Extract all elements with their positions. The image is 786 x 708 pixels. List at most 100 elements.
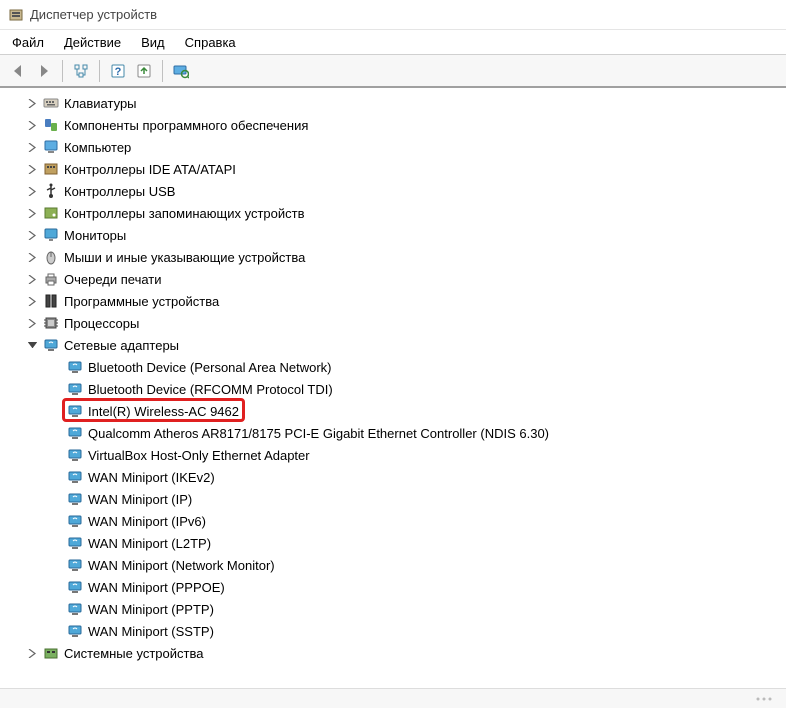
window-title: Диспетчер устройств: [30, 7, 157, 22]
tree-node-label: Программные устройства: [64, 294, 219, 309]
tree-node[interactable]: Компьютер: [24, 136, 786, 158]
tree-node[interactable]: Bluetooth Device (Personal Area Network): [24, 356, 786, 378]
expand-icon[interactable]: [24, 139, 40, 155]
device-manager-icon: [8, 7, 24, 23]
monitor-icon: [42, 226, 60, 244]
expand-icon[interactable]: [24, 205, 40, 221]
expander-placeholder: [48, 425, 64, 441]
tree-node[interactable]: Клавиатуры: [24, 92, 786, 114]
expand-icon[interactable]: [24, 293, 40, 309]
expand-icon[interactable]: [24, 117, 40, 133]
expander-placeholder: [48, 535, 64, 551]
tree-node-label: Мыши и иные указывающие устройства: [64, 250, 305, 265]
tree-node[interactable]: Системные устройства: [24, 642, 786, 664]
system-icon: [42, 644, 60, 662]
tree-node[interactable]: WAN Miniport (Network Monitor): [24, 554, 786, 576]
tree-node-label: WAN Miniport (Network Monitor): [88, 558, 275, 573]
tree-node-label: VirtualBox Host-Only Ethernet Adapter: [88, 448, 310, 463]
tree-node-label: WAN Miniport (L2TP): [88, 536, 211, 551]
titlebar: Диспетчер устройств: [0, 0, 786, 30]
tree-node-label: Системные устройства: [64, 646, 203, 661]
tree-node-label: Компоненты программного обеспечения: [64, 118, 308, 133]
tree-node[interactable]: Компоненты программного обеспечения: [24, 114, 786, 136]
tree-node-label: Клавиатуры: [64, 96, 137, 111]
menubar: Файл Действие Вид Справка: [0, 30, 786, 54]
tree-node[interactable]: Сетевые адаптеры: [24, 334, 786, 356]
show-hide-tree-button[interactable]: [69, 59, 93, 83]
expander-placeholder: [48, 359, 64, 375]
tree-node[interactable]: Контроллеры USB: [24, 180, 786, 202]
netadapter-icon: [66, 468, 84, 486]
menu-help[interactable]: Справка: [177, 33, 248, 52]
toolbar-separator: [99, 60, 100, 82]
expander-placeholder: [48, 579, 64, 595]
expand-icon[interactable]: [24, 271, 40, 287]
toolbar: [0, 54, 786, 88]
expand-icon[interactable]: [24, 315, 40, 331]
tree-node[interactable]: Контроллеры IDE ATA/ATAPI: [24, 158, 786, 180]
netadapter-icon: [66, 358, 84, 376]
tree-node[interactable]: WAN Miniport (IKEv2): [24, 466, 786, 488]
expand-icon[interactable]: [24, 645, 40, 661]
tree-node[interactable]: WAN Miniport (IP): [24, 488, 786, 510]
netadapter-icon: [66, 622, 84, 640]
menu-file[interactable]: Файл: [4, 33, 56, 52]
tree-node-label: WAN Miniport (IP): [88, 492, 192, 507]
tree-node[interactable]: Контроллеры запоминающих устройств: [24, 202, 786, 224]
expand-icon[interactable]: [24, 161, 40, 177]
device-tree[interactable]: Клавиатуры Компоненты программного обеспе…: [0, 88, 786, 688]
keyboard-icon: [42, 94, 60, 112]
collapse-icon[interactable]: [24, 337, 40, 353]
netadapter-icon: [66, 600, 84, 618]
refresh-button[interactable]: [132, 59, 156, 83]
netadapter-icon: [66, 490, 84, 508]
tree-node[interactable]: Qualcomm Atheros AR8171/8175 PCI-E Gigab…: [24, 422, 786, 444]
tree-node[interactable]: Bluetooth Device (RFCOMM Protocol TDI): [24, 378, 786, 400]
tree-node-label: WAN Miniport (IPv6): [88, 514, 206, 529]
expander-placeholder: [48, 513, 64, 529]
expander-placeholder: [48, 601, 64, 617]
tree-node-label: Qualcomm Atheros AR8171/8175 PCI-E Gigab…: [88, 426, 549, 441]
expand-icon[interactable]: [24, 95, 40, 111]
usb-icon: [42, 182, 60, 200]
tree-node[interactable]: Программные устройства: [24, 290, 786, 312]
tree-node[interactable]: WAN Miniport (PPPOE): [24, 576, 786, 598]
tree-node[interactable]: WAN Miniport (PPTP): [24, 598, 786, 620]
tree-node-label: Intel(R) Wireless-AC 9462: [88, 404, 239, 419]
tree-node[interactable]: Процессоры: [24, 312, 786, 334]
tree-node-label: WAN Miniport (IKEv2): [88, 470, 215, 485]
expander-placeholder: [48, 469, 64, 485]
tree-node[interactable]: WAN Miniport (L2TP): [24, 532, 786, 554]
expander-placeholder: [48, 403, 64, 419]
tree-node[interactable]: VirtualBox Host-Only Ethernet Adapter: [24, 444, 786, 466]
tree-node[interactable]: WAN Miniport (IPv6): [24, 510, 786, 532]
tree-node-label: Сетевые адаптеры: [64, 338, 179, 353]
tree-node[interactable]: Мыши и иные указывающие устройства: [24, 246, 786, 268]
expand-icon[interactable]: [24, 183, 40, 199]
netadapter-icon: [66, 512, 84, 530]
tree-node-label: Мониторы: [64, 228, 126, 243]
netadapter-icon: [66, 446, 84, 464]
menu-action[interactable]: Действие: [56, 33, 133, 52]
help-button[interactable]: [106, 59, 130, 83]
netadapter-icon: [66, 402, 84, 420]
menu-view[interactable]: Вид: [133, 33, 177, 52]
tree-node[interactable]: Мониторы: [24, 224, 786, 246]
statusbar: [0, 688, 786, 708]
back-button[interactable]: [6, 59, 30, 83]
tree-node-label: Bluetooth Device (RFCOMM Protocol TDI): [88, 382, 333, 397]
expand-icon[interactable]: [24, 227, 40, 243]
tree-node-label: Очереди печати: [64, 272, 162, 287]
scan-hardware-button[interactable]: [169, 59, 193, 83]
tree-node-label: Компьютер: [64, 140, 131, 155]
expander-placeholder: [48, 447, 64, 463]
tree-node-label: WAN Miniport (PPPOE): [88, 580, 225, 595]
tree-node[interactable]: Intel(R) Wireless-AC 9462: [24, 400, 786, 422]
expander-placeholder: [48, 623, 64, 639]
tree-node-label: Контроллеры IDE ATA/ATAPI: [64, 162, 236, 177]
expand-icon[interactable]: [24, 249, 40, 265]
tree-node[interactable]: WAN Miniport (SSTP): [24, 620, 786, 642]
netadapter-icon: [66, 534, 84, 552]
forward-button[interactable]: [32, 59, 56, 83]
tree-node[interactable]: Очереди печати: [24, 268, 786, 290]
